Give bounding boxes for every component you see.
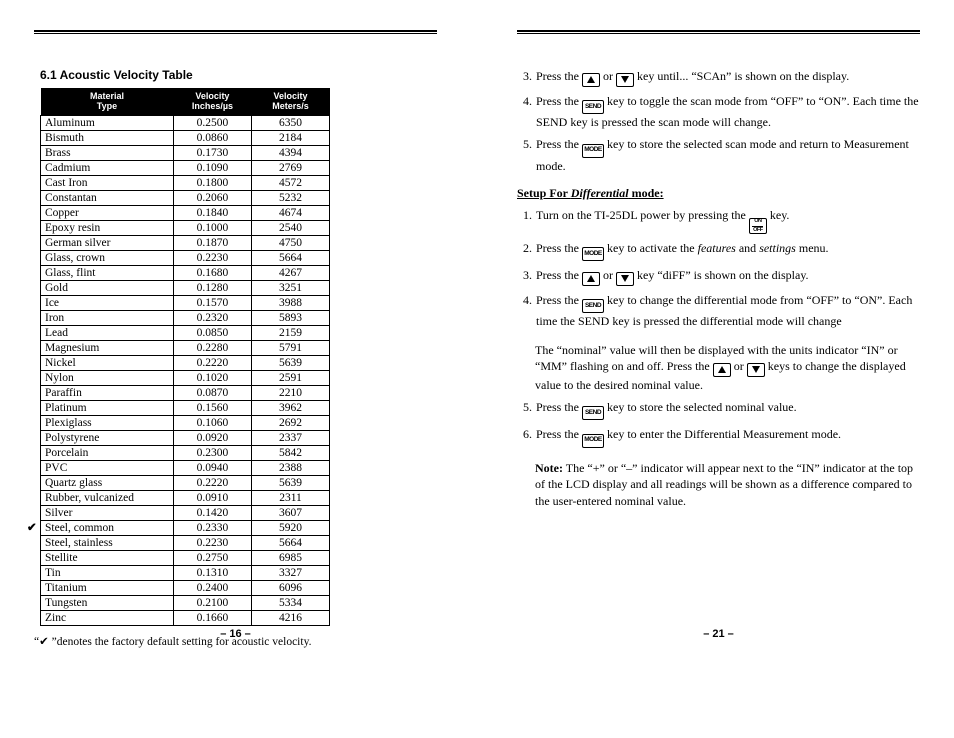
table-row: PVC0.09402388 xyxy=(41,461,330,476)
table-row: Steel, common✔0.23305920 xyxy=(41,521,330,536)
table-row: Polystyrene0.09202337 xyxy=(41,431,330,446)
send-key-icon: SEND xyxy=(582,299,604,313)
list-item: Press the SEND key to change the differe… xyxy=(535,292,920,330)
table-row: Aluminum0.25006350 xyxy=(41,115,330,130)
send-key-icon: SEND xyxy=(582,406,604,420)
table-row: Tin0.13103327 xyxy=(41,566,330,581)
table-row: Magnesium0.22805791 xyxy=(41,340,330,355)
check-icon: ✔ xyxy=(27,521,37,535)
rule-top-right xyxy=(517,30,920,34)
diff-steps-cont: Press the SEND key to store the selected… xyxy=(521,399,920,448)
table-row: Nylon0.10202591 xyxy=(41,370,330,385)
page-number-right: – 21 – xyxy=(517,628,920,640)
rule-top-left xyxy=(34,30,437,34)
table-row: Tungsten0.21005334 xyxy=(41,596,330,611)
table-row: Paraffin0.08702210 xyxy=(41,385,330,400)
mode-key-icon: MODE xyxy=(582,434,604,448)
list-item: Press the SEND key to toggle the scan mo… xyxy=(535,93,920,131)
table-row: Plexiglass0.10602692 xyxy=(41,416,330,431)
list-item: Press the MODE key to activate the featu… xyxy=(535,240,920,261)
table-row: Stellite0.27506985 xyxy=(41,551,330,566)
mode-key-icon: MODE xyxy=(582,247,604,261)
down-arrow-icon xyxy=(747,363,765,377)
down-arrow-icon xyxy=(616,73,634,87)
up-arrow-icon xyxy=(582,272,600,286)
send-key-icon: SEND xyxy=(582,100,604,114)
table-row: Zinc0.16604216 xyxy=(41,611,330,626)
table-row: Brass0.17304394 xyxy=(41,145,330,160)
list-item: Press the MODE key to enter the Differen… xyxy=(535,426,920,447)
up-arrow-icon xyxy=(713,363,731,377)
left-page: 6.1 Acoustic Velocity Table MaterialType… xyxy=(34,30,437,648)
page-number-left: – 16 – xyxy=(34,628,437,640)
th-material: MaterialType xyxy=(41,88,174,115)
table-row: Lead0.08502159 xyxy=(41,325,330,340)
table-row: Platinum0.15603962 xyxy=(41,400,330,415)
right-page: Press the or key until... “SCAn” is show… xyxy=(517,30,920,648)
list-item: Turn on the TI-25DL power by pressing th… xyxy=(535,207,920,234)
diff-subheading: Setup For Differential mode: xyxy=(517,186,920,201)
table-row: Silver0.14203607 xyxy=(41,506,330,521)
diff-steps: Turn on the TI-25DL power by pressing th… xyxy=(521,207,920,330)
list-item: Press the or key “diFF” is shown on the … xyxy=(535,267,920,286)
th-vel-in: VelocityInches/µs xyxy=(173,88,251,115)
list-item: Press the MODE key to store the selected… xyxy=(535,136,920,174)
table-row: Nickel0.22205639 xyxy=(41,355,330,370)
note-block: Note: The “+” or “–” indicator will appe… xyxy=(535,460,920,510)
table-row: Constantan0.20605232 xyxy=(41,190,330,205)
table-row: Glass, crown0.22305664 xyxy=(41,250,330,265)
table-row: Ice0.15703988 xyxy=(41,295,330,310)
table-row: Quartz glass0.22205639 xyxy=(41,476,330,491)
table-row: Bismuth0.08602184 xyxy=(41,130,330,145)
table-row: Cast Iron0.18004572 xyxy=(41,175,330,190)
on-off-key-icon: ONOFF xyxy=(749,218,767,234)
table-row: Glass, flint0.16804267 xyxy=(41,265,330,280)
table-row: Cadmium0.10902769 xyxy=(41,160,330,175)
table-row: Epoxy resin0.10002540 xyxy=(41,220,330,235)
table-row: Copper0.18404674 xyxy=(41,205,330,220)
velocity-table: MaterialType VelocityInches/µs VelocityM… xyxy=(40,88,330,626)
scan-steps: Press the or key until... “SCAn” is show… xyxy=(521,68,920,174)
table-row: Gold0.12803251 xyxy=(41,280,330,295)
section-title: 6.1 Acoustic Velocity Table xyxy=(40,68,437,82)
list-item: Press the or key until... “SCAn” is show… xyxy=(535,68,920,87)
table-row: Steel, stainless0.22305664 xyxy=(41,536,330,551)
th-vel-ms: VelocityMeters/s xyxy=(251,88,329,115)
down-arrow-icon xyxy=(616,272,634,286)
table-row: Titanium0.24006096 xyxy=(41,581,330,596)
table-row: German silver0.18704750 xyxy=(41,235,330,250)
up-arrow-icon xyxy=(582,73,600,87)
list-item: Press the SEND key to store the selected… xyxy=(535,399,920,420)
mode-key-icon: MODE xyxy=(582,144,604,158)
table-row: Porcelain0.23005842 xyxy=(41,446,330,461)
table-row: Rubber, vulcanized0.09102311 xyxy=(41,491,330,506)
table-row: Iron0.23205893 xyxy=(41,310,330,325)
nominal-note: The “nominal” value will then be display… xyxy=(535,342,920,394)
